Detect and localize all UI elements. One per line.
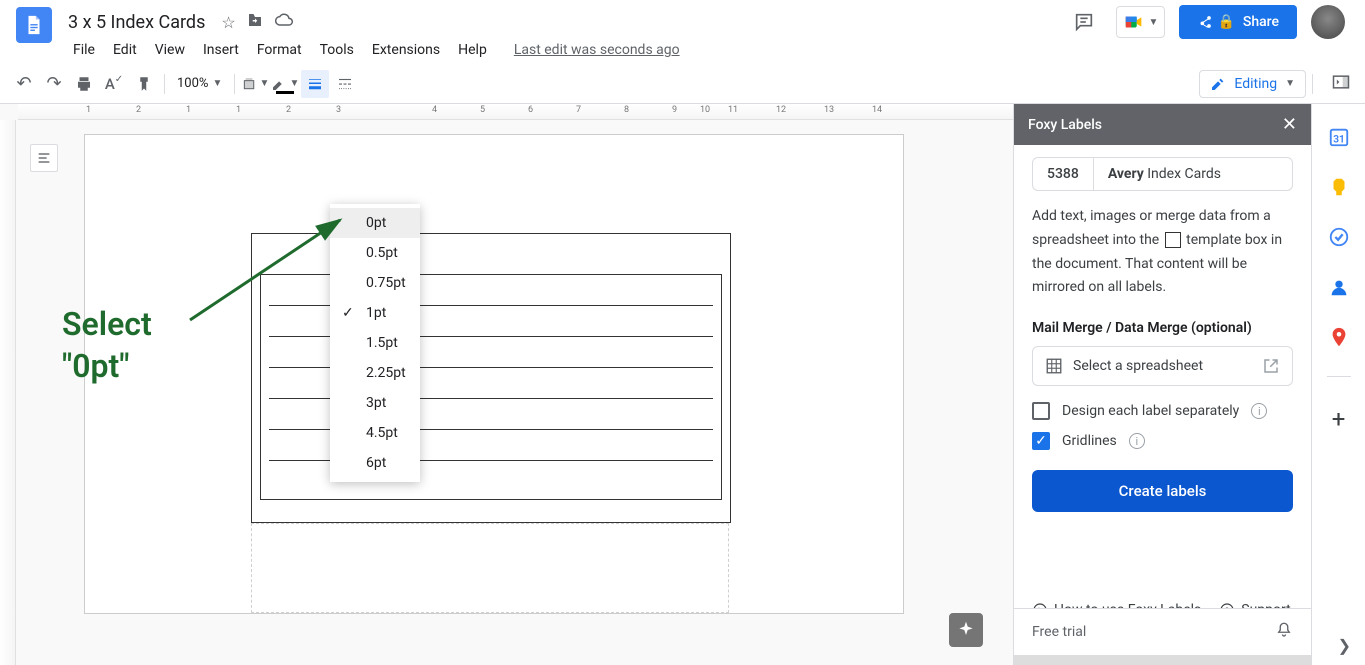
annotation-text: Select "0pt" [62, 304, 152, 387]
paint-format-button[interactable] [130, 70, 158, 98]
meet-button[interactable]: ▼ [1116, 6, 1166, 38]
scrollbar[interactable] [1014, 655, 1311, 665]
intro-text: Add text, images or merge data from a sp… [1032, 205, 1293, 300]
maps-icon[interactable] [1328, 326, 1350, 348]
bell-icon[interactable] [1275, 621, 1293, 643]
sidepanel-title: Foxy Labels [1028, 117, 1102, 133]
hide-sidepanel-button[interactable] [1327, 68, 1355, 100]
calendar-icon[interactable]: 31 [1328, 126, 1350, 148]
menu-tools[interactable]: Tools [311, 38, 363, 62]
footer-status: Free trial [1032, 624, 1086, 640]
vertical-ruler [0, 120, 16, 665]
border-width-option[interactable]: 4.5pt [330, 418, 420, 448]
border-width-option[interactable]: 6pt [330, 448, 420, 478]
info-icon[interactable]: i [1129, 433, 1145, 449]
share-button[interactable]: 🔒 Share [1179, 5, 1297, 39]
menu-edit[interactable]: Edit [104, 38, 146, 62]
border-width-dropdown: 0pt 0.5pt 0.75pt 1pt 1.5pt 2.25pt 3pt 4.… [330, 204, 420, 482]
menu-view[interactable]: View [146, 38, 194, 62]
chevron-down-icon: ▼ [1149, 17, 1159, 28]
mode-select[interactable]: Editing ▼ [1199, 70, 1306, 98]
add-addon-icon[interactable]: + [1332, 405, 1346, 433]
border-width-option[interactable]: 1pt [330, 298, 420, 328]
keep-icon[interactable] [1328, 176, 1350, 198]
border-dash-button[interactable] [331, 70, 359, 98]
border-width-option[interactable]: 2.25pt [330, 358, 420, 388]
undo-button[interactable]: ↶ [10, 70, 38, 98]
zoom-select[interactable]: 100%▼ [171, 76, 228, 91]
design-each-checkbox[interactable] [1032, 402, 1050, 420]
border-width-option[interactable]: 0.5pt [330, 238, 420, 268]
addon-side-panel: Foxy Labels ✕ 5388 Avery Index Cards Add… [1013, 104, 1311, 665]
border-width-option[interactable]: 0.75pt [330, 268, 420, 298]
horizontal-ruler: 1 2 1 1 2 3 4 5 6 7 8 9 10 11 12 13 14 [18, 104, 1013, 120]
account-avatar[interactable] [1311, 5, 1345, 39]
cloud-icon[interactable] [274, 10, 294, 34]
svg-text:31: 31 [1333, 135, 1345, 146]
redo-button[interactable]: ↷ [40, 70, 68, 98]
menu-help[interactable]: Help [449, 38, 496, 62]
document-page[interactable] [84, 134, 904, 614]
menu-insert[interactable]: Insert [194, 38, 248, 62]
fill-color-button[interactable]: ▼ [241, 70, 269, 98]
print-button[interactable] [70, 70, 98, 98]
collapse-rail-icon[interactable]: ❯ [1338, 636, 1351, 655]
close-icon[interactable]: ✕ [1282, 114, 1297, 135]
share-label: Share [1243, 14, 1279, 30]
border-width-option[interactable]: 1.5pt [330, 328, 420, 358]
open-external-icon [1262, 357, 1280, 375]
index-card[interactable] [251, 233, 731, 523]
spellcheck-button[interactable]: A✓ [100, 70, 128, 98]
doc-title[interactable]: 3 x 5 Index Cards [62, 10, 211, 35]
border-width-option[interactable]: 3pt [330, 388, 420, 418]
border-width-option[interactable]: 0pt [330, 208, 420, 238]
star-icon[interactable]: ☆ [221, 13, 235, 32]
template-selector[interactable]: 5388 Avery Index Cards [1032, 157, 1293, 191]
select-spreadsheet-button[interactable]: Select a spreadsheet [1032, 346, 1293, 386]
menu-file[interactable]: File [64, 38, 104, 62]
menu-format[interactable]: Format [248, 38, 311, 62]
info-icon[interactable]: i [1251, 403, 1267, 419]
contacts-icon[interactable] [1328, 276, 1350, 298]
comment-history-icon[interactable] [1066, 4, 1102, 40]
right-rail: 31 + [1311, 104, 1365, 665]
border-color-button[interactable]: ▼ [271, 70, 299, 98]
move-icon[interactable] [246, 11, 264, 33]
gridlines-checkbox[interactable]: ✓ [1032, 432, 1050, 450]
menu-extensions[interactable]: Extensions [363, 38, 449, 62]
border-width-button[interactable] [301, 70, 329, 98]
explore-button[interactable] [949, 613, 983, 647]
tasks-icon[interactable] [1328, 226, 1350, 248]
merge-heading: Mail Merge / Data Merge (optional) [1032, 320, 1293, 336]
create-labels-button[interactable]: Create labels [1032, 470, 1293, 512]
last-edit-link[interactable]: Last edit was seconds ago [514, 42, 680, 58]
